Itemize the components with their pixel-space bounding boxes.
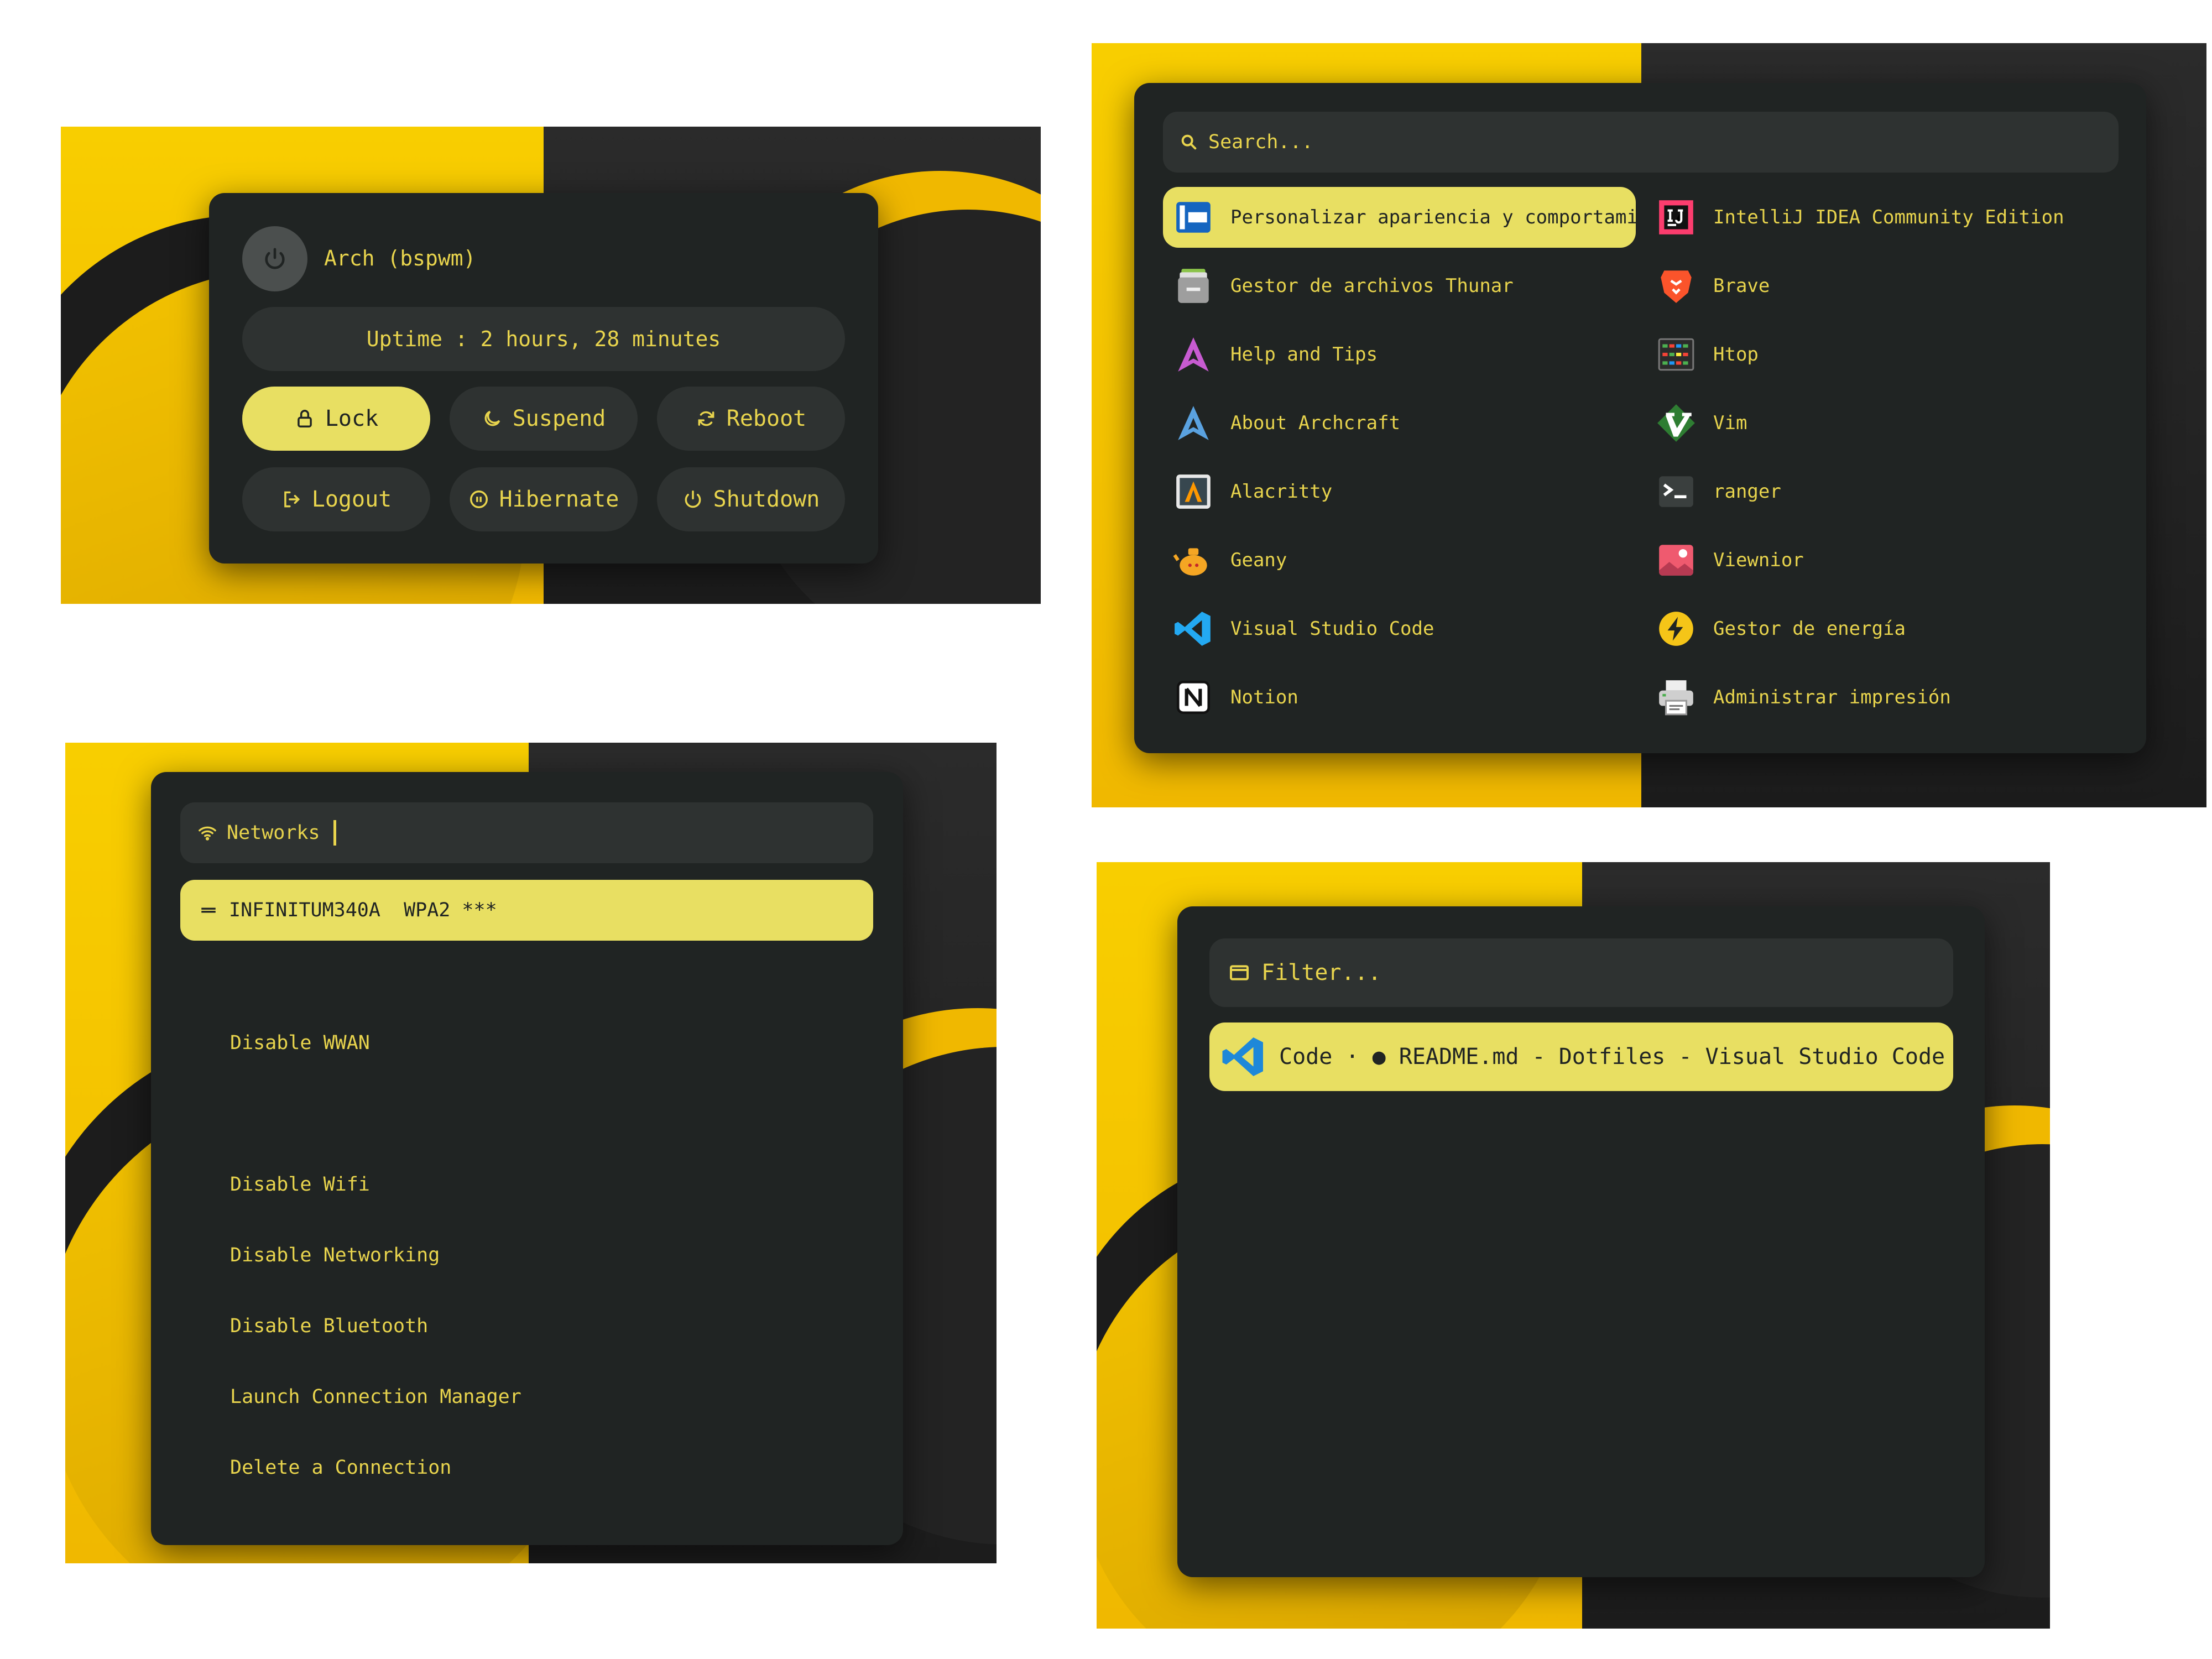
shutdown-label: Shutdown (713, 487, 820, 512)
window-icon (1228, 962, 1250, 984)
app-item-intellij[interactable]: IntelliJ IDEA Community Edition (1646, 187, 2119, 248)
network-item-label: INFINITUM340A WPA2 *** (229, 899, 497, 921)
network-prompt-input[interactable]: Networks (180, 802, 873, 863)
search-icon (1180, 133, 1198, 152)
app-label: Help and Tips (1230, 343, 1378, 366)
brave-lion-icon (1656, 265, 1697, 306)
app-item-gestor-energia[interactable]: Gestor de energía (1646, 598, 2119, 659)
app-item-brave[interactable]: Brave (1646, 255, 2119, 316)
app-item-thunar[interactable]: Gestor de archivos Thunar (1163, 255, 1636, 316)
file-cabinet-icon (1173, 265, 1214, 306)
app-label: ranger (1713, 481, 1781, 503)
app-item-administrar-impresion[interactable]: Administrar impresión (1646, 667, 2119, 728)
archcraft-logo-icon (1173, 403, 1214, 444)
app-launcher-window: Search... Personalizar apariencia y comp… (1134, 83, 2146, 753)
network-item-launch-connection-manager[interactable]: Launch Connection Manager (230, 1386, 521, 1408)
app-item-geany[interactable]: Geany (1163, 530, 1636, 591)
logout-button[interactable]: Logout (242, 467, 430, 531)
arch-logo-icon (1173, 334, 1214, 375)
uptime-display: Uptime : 2 hours, 28 minutes (242, 307, 845, 371)
wifi-icon (198, 823, 217, 842)
image-viewer-icon (1656, 540, 1697, 581)
search-input[interactable]: Search... (1163, 112, 2119, 173)
vscode-icon (1173, 608, 1214, 649)
app-item-personalizar[interactable]: Personalizar apariencia y comportamie... (1163, 187, 1636, 248)
network-menu-screenshot: Networks INFINITUM340A WPA2 *** Disable … (65, 743, 997, 1563)
power-menu-window: Arch (bspwm) Uptime : 2 hours, 28 minute… (209, 193, 878, 564)
filter-placeholder: Filter... (1261, 960, 1381, 985)
reboot-button[interactable]: Reboot (657, 387, 845, 451)
app-label: IntelliJ IDEA Community Edition (1713, 206, 2064, 228)
vscode-icon (1220, 1034, 1267, 1080)
lightning-icon (1656, 608, 1697, 649)
network-item-disable-bluetooth[interactable]: Disable Bluetooth (230, 1315, 428, 1337)
network-prompt-label: Networks (227, 822, 320, 844)
window-item-active[interactable]: Code · ● README.md - Dotfiles - Visual S… (1209, 1022, 1953, 1091)
app-label: Gestor de energía (1713, 618, 1906, 640)
vim-icon (1656, 403, 1697, 444)
app-label: Administrar impresión (1713, 686, 1951, 708)
geany-teapot-icon (1173, 540, 1214, 581)
network-item-disable-wwan[interactable]: Disable WWAN (230, 1032, 370, 1054)
terminal-icon (1656, 471, 1697, 512)
suspend-label: Suspend (512, 406, 606, 431)
network-menu-window: Networks INFINITUM340A WPA2 *** Disable … (151, 772, 903, 1545)
refresh-icon (696, 408, 717, 429)
lock-icon (294, 408, 315, 429)
app-item-ranger[interactable]: ranger (1646, 461, 2119, 522)
app-label: Htop (1713, 343, 1759, 366)
logout-label: Logout (311, 487, 392, 512)
power-icon (682, 489, 703, 510)
app-label: Brave (1713, 275, 1770, 297)
reboot-label: Reboot (726, 406, 807, 431)
network-item-delete-connection[interactable]: Delete a Connection (230, 1457, 451, 1479)
app-item-alacritty[interactable]: Alacritty (1163, 461, 1636, 522)
app-launcher-screenshot: Search... Personalizar apariencia y comp… (1092, 43, 2206, 807)
app-item-notion[interactable]: Notion (1163, 667, 1636, 728)
text-cursor (333, 820, 336, 846)
alacritty-icon (1173, 471, 1214, 512)
app-item-viewnior[interactable]: Viewnior (1646, 530, 2119, 591)
pause-circle-icon (468, 489, 489, 510)
hibernate-button[interactable]: Hibernate (450, 467, 638, 531)
app-item-help-tips[interactable]: Help and Tips (1163, 324, 1636, 385)
printer-icon (1656, 677, 1697, 718)
window-item-label: Code · ● README.md - Dotfiles - Visual S… (1279, 1044, 1945, 1070)
intellij-icon (1656, 197, 1697, 238)
app-label: Gestor de archivos Thunar (1230, 275, 1514, 297)
filter-input[interactable]: Filter... (1209, 938, 1953, 1007)
app-label: Alacritty (1230, 481, 1333, 503)
lock-button[interactable]: Lock (242, 387, 430, 451)
app-label: Personalizar apariencia y comportamie... (1230, 206, 1636, 228)
appearance-settings-icon (1173, 197, 1214, 238)
host-name: Arch (bspwm) (324, 246, 476, 270)
app-label: About Archcraft (1230, 412, 1401, 434)
moon-icon (482, 408, 503, 429)
window-switcher-window: Filter... Code · ● README.md - Dotfiles … (1177, 906, 1985, 1577)
hibernate-label: Hibernate (499, 487, 619, 512)
app-item-htop[interactable]: Htop (1646, 324, 2119, 385)
window-switcher-screenshot: Filter... Code · ● README.md - Dotfiles … (1097, 862, 2050, 1629)
lock-label: Lock (325, 406, 379, 431)
app-label: Viewnior (1713, 549, 1804, 571)
app-label: Notion (1230, 686, 1298, 708)
logout-icon (281, 489, 302, 510)
app-item-vscode[interactable]: Visual Studio Code (1163, 598, 1636, 659)
network-item-active[interactable]: INFINITUM340A WPA2 *** (180, 880, 873, 941)
shutdown-button[interactable]: Shutdown (657, 467, 845, 531)
suspend-button[interactable]: Suspend (450, 387, 638, 451)
ethernet-icon (199, 901, 218, 920)
search-placeholder: Search... (1208, 131, 1313, 153)
app-label: Geany (1230, 549, 1287, 571)
app-item-vim[interactable]: Vim (1646, 393, 2119, 453)
network-item-disable-networking[interactable]: Disable Networking (230, 1244, 440, 1266)
app-item-about-archcraft[interactable]: About Archcraft (1163, 393, 1636, 453)
power-avatar-icon (242, 226, 307, 291)
notion-icon (1173, 677, 1214, 718)
htop-meter-icon (1656, 334, 1697, 375)
app-label: Vim (1713, 412, 1747, 434)
network-item-disable-wifi[interactable]: Disable Wifi (230, 1173, 370, 1196)
power-menu-screenshot: Arch (bspwm) Uptime : 2 hours, 28 minute… (61, 127, 1041, 604)
app-label: Visual Studio Code (1230, 618, 1434, 640)
